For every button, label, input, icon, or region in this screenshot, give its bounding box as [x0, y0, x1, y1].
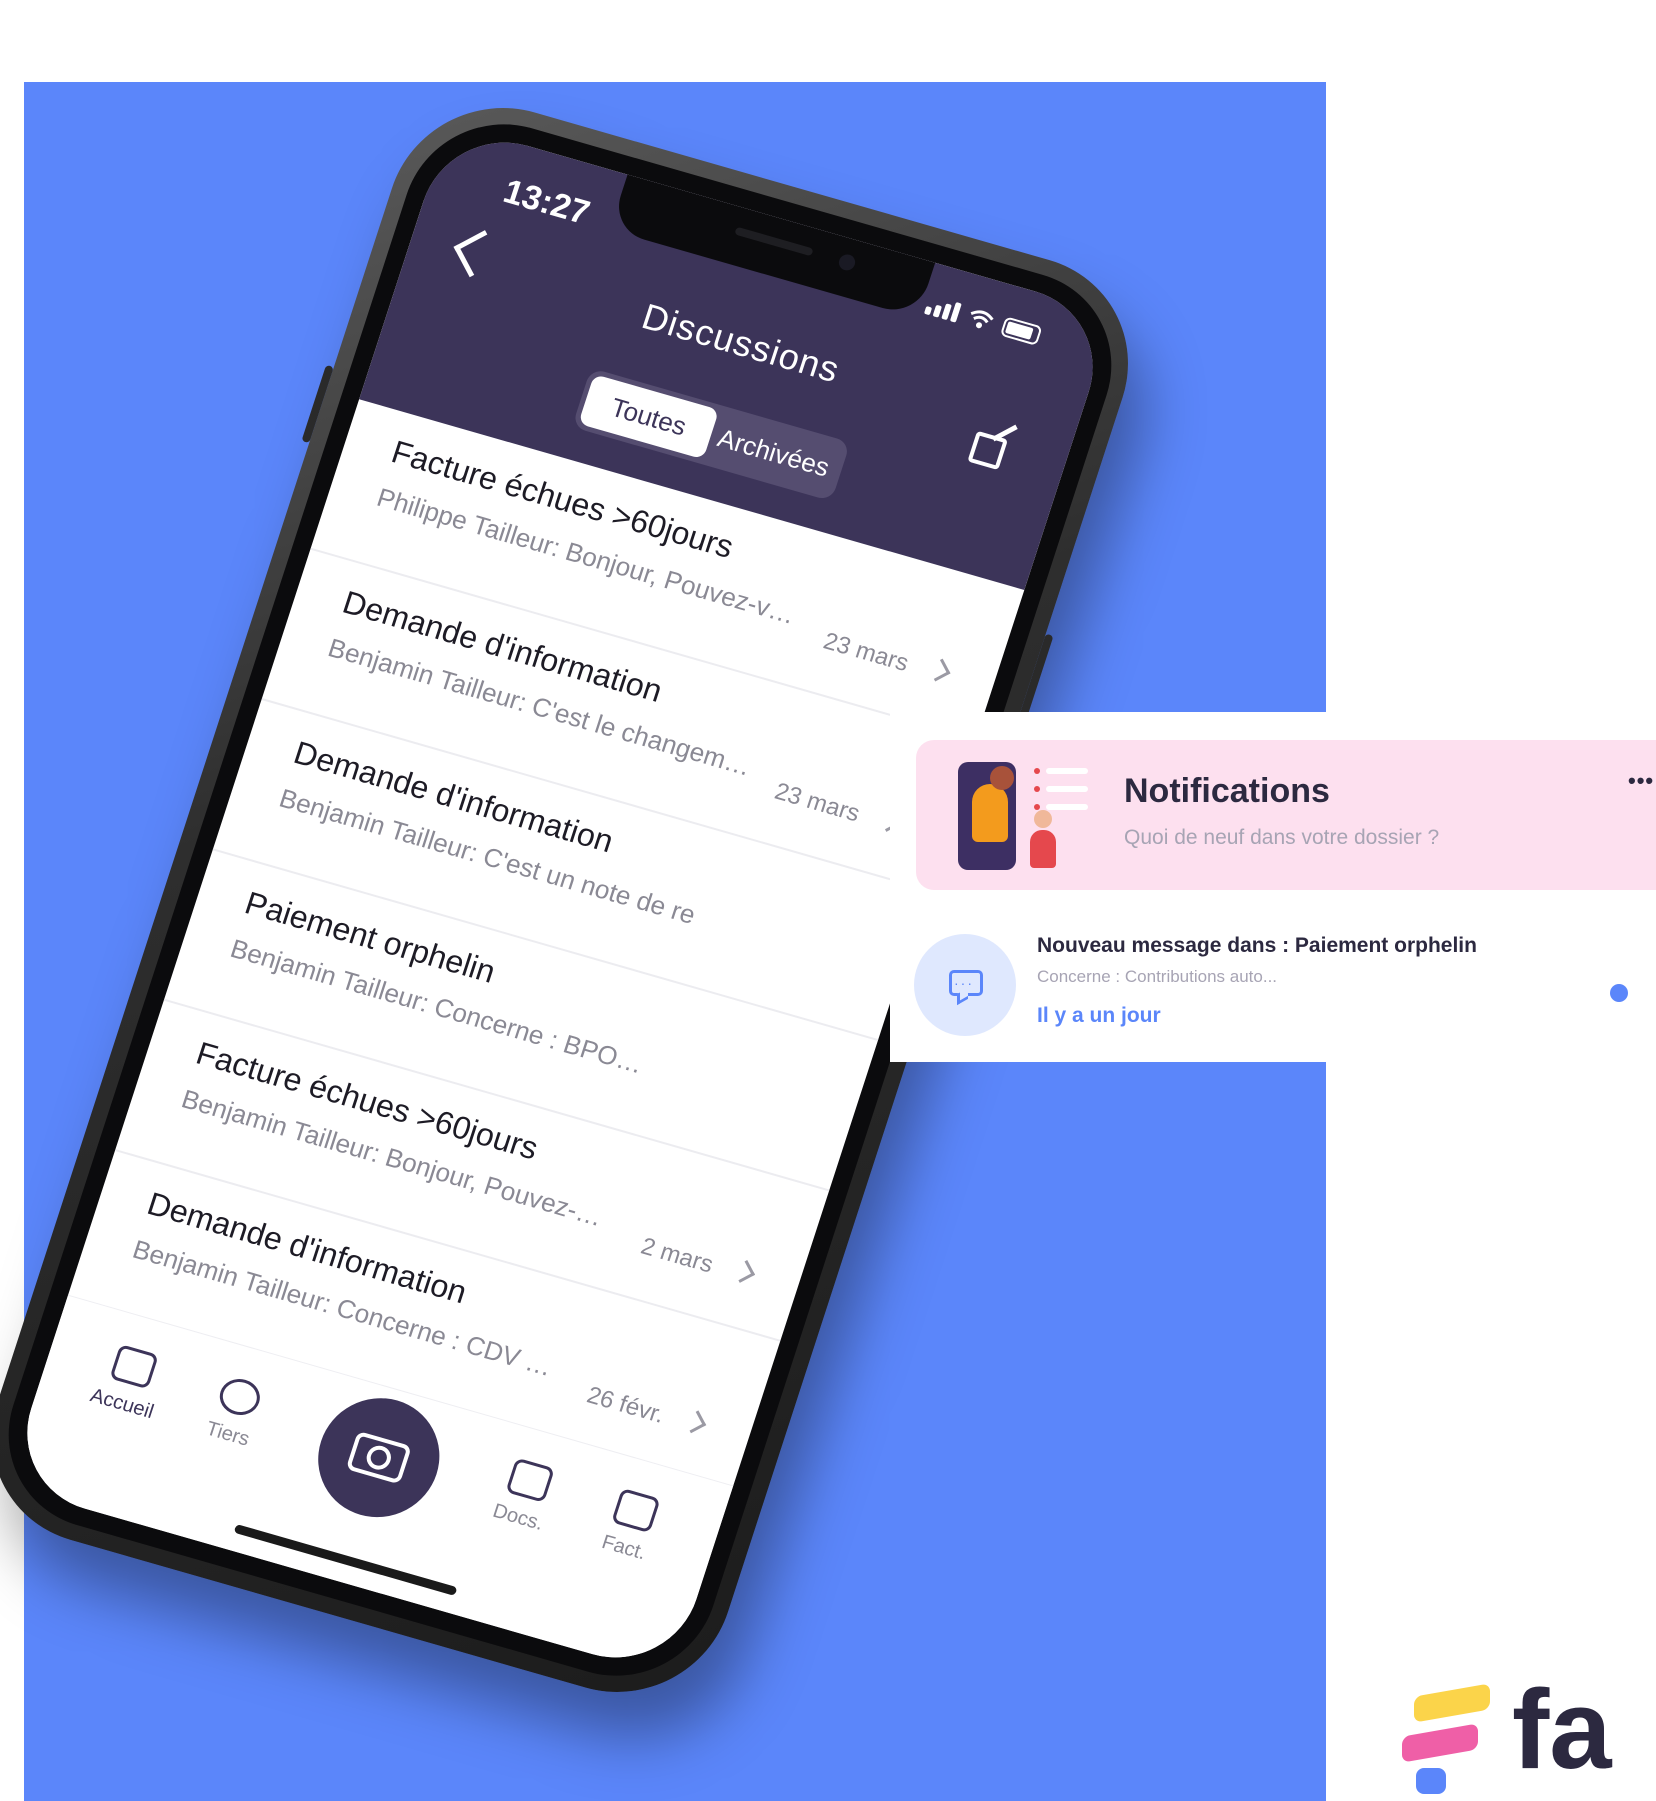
- tab-tiers[interactable]: Tiers: [171, 1365, 298, 1461]
- status-time: 13:27: [498, 172, 595, 233]
- tab-docs[interactable]: Docs.: [462, 1448, 589, 1544]
- tab-label: Fact.: [599, 1531, 649, 1565]
- notifications-title: Notifications: [1124, 772, 1330, 810]
- conversation-date: 26 févr.: [583, 1381, 668, 1429]
- logo-bar-blue: [1416, 1768, 1446, 1794]
- more-options-icon[interactable]: •••: [1628, 768, 1654, 794]
- camera-button[interactable]: [302, 1384, 456, 1532]
- brand-logo: fa: [1390, 1674, 1656, 1801]
- chevron-right-icon: [683, 1410, 707, 1434]
- notifications-panel: Notifications Quoi de neuf dans votre do…: [890, 712, 1656, 1062]
- tab-accueil[interactable]: Accueil: [65, 1334, 192, 1430]
- conversation-date: 23 mars: [771, 777, 864, 828]
- chevron-right-icon: [731, 1260, 756, 1283]
- compose-icon[interactable]: [967, 430, 1009, 471]
- signal-icon: [923, 295, 962, 323]
- chat-dots: ···: [954, 975, 974, 991]
- logo-bar-yellow: [1414, 1683, 1490, 1723]
- notifications-header: Notifications Quoi de neuf dans votre do…: [916, 740, 1656, 890]
- people-icon: [215, 1374, 265, 1420]
- tab-label: Docs.: [490, 1499, 547, 1535]
- message-avatar: ···: [914, 934, 1016, 1036]
- notifications-subtitle: Quoi de neuf dans votre dossier ?: [1124, 826, 1440, 849]
- tab-label: Accueil: [87, 1384, 157, 1424]
- tab-fact[interactable]: Fact.: [567, 1478, 694, 1574]
- home-icon: [109, 1344, 159, 1390]
- front-camera: [836, 252, 858, 273]
- conversation-date: 2 mars: [637, 1232, 717, 1279]
- logo-wordmark: fa: [1512, 1667, 1612, 1792]
- notification-item-title[interactable]: Nouveau message dans : Paiement orphelin: [1037, 934, 1477, 958]
- tab-label: Tiers: [203, 1417, 253, 1451]
- wifi-icon: [970, 310, 994, 329]
- invoice-icon: [611, 1487, 661, 1534]
- speaker-grille: [734, 226, 814, 257]
- logo-bar-pink: [1402, 1723, 1478, 1763]
- documents-icon: [505, 1457, 555, 1503]
- segment-toutes[interactable]: Toutes: [578, 374, 720, 460]
- notification-item-time: Il y a un jour: [1037, 1004, 1161, 1027]
- unread-indicator: [1610, 984, 1628, 1002]
- notifications-illustration: [946, 754, 1088, 884]
- segment-archivees[interactable]: Archivées: [703, 410, 844, 495]
- notification-item-subtitle: Concerne : Contributions auto...: [1037, 967, 1278, 986]
- battery-icon: [999, 316, 1043, 346]
- conversation-date: 23 mars: [820, 627, 912, 678]
- status-icons: [923, 295, 1043, 346]
- chevron-right-icon: [927, 658, 951, 682]
